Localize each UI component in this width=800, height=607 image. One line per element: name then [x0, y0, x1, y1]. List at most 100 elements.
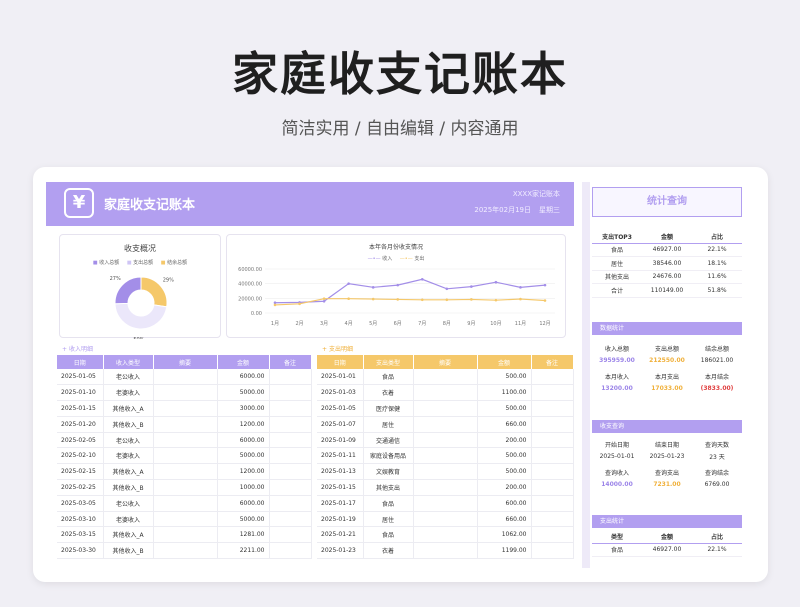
- table-cell[interactable]: 交通通信: [363, 432, 414, 449]
- table-cell[interactable]: 2025-01-03: [317, 384, 364, 402]
- table-cell[interactable]: 200.00: [477, 479, 532, 496]
- table-cell[interactable]: 2025-02-10: [57, 447, 104, 465]
- table-cell[interactable]: 500.00: [477, 369, 532, 386]
- table-cell[interactable]: [269, 495, 312, 512]
- table-cell[interactable]: [531, 479, 574, 496]
- table-cell[interactable]: 老婆收入: [103, 447, 154, 465]
- table-cell[interactable]: 660.00: [477, 416, 532, 433]
- table-cell[interactable]: 其他支出: [363, 479, 414, 496]
- table-cell[interactable]: 衣着: [363, 384, 414, 402]
- table-cell[interactable]: [269, 511, 312, 528]
- table-cell[interactable]: [153, 416, 218, 433]
- table-cell[interactable]: [413, 447, 478, 465]
- table-cell[interactable]: 2025-01-07: [317, 416, 364, 433]
- table-cell[interactable]: 5000.00: [217, 384, 270, 402]
- table-cell[interactable]: 500.00: [477, 463, 532, 481]
- table-cell[interactable]: [269, 416, 312, 433]
- table-cell[interactable]: [413, 542, 478, 560]
- table-cell[interactable]: [153, 542, 218, 560]
- table-cell[interactable]: 1062.00: [477, 526, 532, 544]
- table-cell[interactable]: [153, 447, 218, 465]
- table-cell[interactable]: [153, 479, 218, 496]
- table-cell[interactable]: 2025-03-30: [57, 542, 104, 560]
- table-cell[interactable]: 2025-01-20: [57, 416, 104, 433]
- table-cell[interactable]: [269, 432, 312, 449]
- table-cell[interactable]: [269, 369, 312, 386]
- table-cell[interactable]: 1199.00: [477, 542, 532, 560]
- table-cell[interactable]: 1200.00: [217, 463, 270, 481]
- table-cell[interactable]: [531, 495, 574, 512]
- table-cell[interactable]: [153, 384, 218, 402]
- table-cell[interactable]: 居住: [363, 511, 414, 528]
- table-cell[interactable]: 500.00: [477, 400, 532, 417]
- table-cell[interactable]: 医疗保健: [363, 400, 414, 417]
- table-cell[interactable]: [413, 400, 478, 417]
- table-cell[interactable]: [153, 495, 218, 512]
- table-cell[interactable]: 1000.00: [217, 479, 270, 496]
- table-cell[interactable]: [531, 416, 574, 433]
- table-cell[interactable]: 食品: [363, 495, 414, 512]
- table-cell[interactable]: 2025-01-21: [317, 526, 364, 544]
- table-cell[interactable]: 2025-03-05: [57, 495, 104, 512]
- table-cell[interactable]: [153, 432, 218, 449]
- table-cell[interactable]: [413, 369, 478, 386]
- table-cell[interactable]: 600.00: [477, 495, 532, 512]
- table-cell[interactable]: 1281.00: [217, 526, 270, 544]
- table-cell[interactable]: 2025-01-09: [317, 432, 364, 449]
- table-cell[interactable]: 文娱教育: [363, 463, 414, 481]
- table-cell[interactable]: [531, 526, 574, 544]
- table-cell[interactable]: 其他收入_A: [103, 526, 154, 544]
- table-cell[interactable]: [153, 526, 218, 544]
- table-cell[interactable]: 5000.00: [217, 447, 270, 465]
- table-cell[interactable]: 3000.00: [217, 400, 270, 417]
- table-cell[interactable]: [413, 479, 478, 496]
- table-cell[interactable]: [531, 369, 574, 386]
- table-cell[interactable]: 2025-01-23: [317, 542, 364, 560]
- query-button[interactable]: 统计查询: [592, 187, 742, 217]
- table-cell[interactable]: 2025-02-25: [57, 479, 104, 496]
- table-cell[interactable]: [531, 542, 574, 560]
- table-cell[interactable]: [413, 432, 478, 449]
- table-cell[interactable]: [531, 511, 574, 528]
- table-cell[interactable]: [269, 526, 312, 544]
- table-cell[interactable]: 其他收入_B: [103, 416, 154, 433]
- table-cell[interactable]: 500.00: [477, 447, 532, 465]
- table-cell[interactable]: 2025-01-19: [317, 511, 364, 528]
- table-cell[interactable]: 食品: [363, 526, 414, 544]
- table-cell[interactable]: 6000.00: [217, 369, 270, 386]
- table-cell[interactable]: 1100.00: [477, 384, 532, 402]
- table-cell[interactable]: [531, 384, 574, 402]
- table-cell[interactable]: [531, 463, 574, 481]
- table-cell[interactable]: 食品: [363, 369, 414, 386]
- table-cell[interactable]: 家庭设备用品: [363, 447, 414, 465]
- table-cell[interactable]: [153, 463, 218, 481]
- table-cell[interactable]: 2025-01-10: [57, 384, 104, 402]
- table-cell[interactable]: 其他收入_A: [103, 400, 154, 417]
- table-cell[interactable]: 2025-01-05: [317, 400, 364, 417]
- table-cell[interactable]: 衣着: [363, 542, 414, 560]
- table-cell[interactable]: [413, 526, 478, 544]
- table-cell[interactable]: 老公收入: [103, 369, 154, 386]
- table-cell[interactable]: 居住: [363, 416, 414, 433]
- table-cell[interactable]: [153, 369, 218, 386]
- table-cell[interactable]: [531, 400, 574, 417]
- table-cell[interactable]: 2025-01-11: [317, 447, 364, 465]
- table-cell[interactable]: 2025-01-15: [317, 479, 364, 496]
- table-cell[interactable]: [269, 384, 312, 402]
- table-cell[interactable]: 2025-02-05: [57, 432, 104, 449]
- table-cell[interactable]: [413, 463, 478, 481]
- table-cell[interactable]: 老公收入: [103, 495, 154, 512]
- table-cell[interactable]: 2025-01-15: [57, 400, 104, 417]
- table-cell[interactable]: 6000.00: [217, 495, 270, 512]
- table-cell[interactable]: [413, 495, 478, 512]
- table-cell[interactable]: 660.00: [477, 511, 532, 528]
- table-cell[interactable]: 老婆收入: [103, 511, 154, 528]
- table-cell[interactable]: [269, 479, 312, 496]
- table-cell[interactable]: [531, 432, 574, 449]
- table-cell[interactable]: 5000.00: [217, 511, 270, 528]
- table-cell[interactable]: [413, 416, 478, 433]
- table-cell[interactable]: [413, 511, 478, 528]
- table-cell[interactable]: [269, 447, 312, 465]
- table-cell[interactable]: 2025-01-13: [317, 463, 364, 481]
- table-cell[interactable]: 老婆收入: [103, 384, 154, 402]
